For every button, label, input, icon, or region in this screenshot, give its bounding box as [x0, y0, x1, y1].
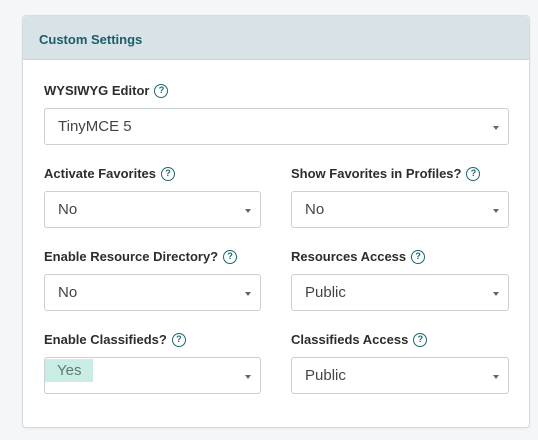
- enable-classifieds-select[interactable]: Yes: [44, 357, 261, 394]
- enable-resource-directory-select[interactable]: No: [44, 274, 261, 311]
- question-circle-icon[interactable]: ?: [171, 332, 186, 347]
- question-circle-icon[interactable]: ?: [411, 249, 426, 264]
- resources-access-label: Resources Access ?: [291, 249, 426, 264]
- chevron-down-icon: [245, 209, 251, 213]
- enable-classifieds-label: Enable Classifieds? ?: [44, 332, 186, 347]
- classifieds-access-label: Classifieds Access ?: [291, 332, 428, 347]
- question-circle-icon[interactable]: ?: [154, 83, 169, 98]
- classifieds-access-select[interactable]: Public: [291, 357, 509, 394]
- enable-resource-directory-label: Enable Resource Directory? ?: [44, 249, 238, 264]
- wysiwyg-editor-label: WYSIWYG Editor ?: [44, 83, 169, 98]
- chevron-down-icon: [493, 375, 499, 379]
- panel-header: Custom Settings: [23, 16, 529, 60]
- activate-favorites-label: Activate Favorites ?: [44, 166, 175, 181]
- question-circle-icon[interactable]: ?: [466, 166, 481, 181]
- chevron-down-icon: [245, 292, 251, 296]
- wysiwyg-editor-select[interactable]: TinyMCE 5: [44, 108, 509, 145]
- activate-favorites-select[interactable]: No: [44, 191, 261, 228]
- question-circle-icon[interactable]: ?: [413, 332, 428, 347]
- chevron-down-icon: [245, 375, 251, 379]
- chevron-down-icon: [493, 292, 499, 296]
- show-favorites-label: Show Favorites in Profiles? ?: [291, 166, 481, 181]
- resources-access-select[interactable]: Public: [291, 274, 509, 311]
- show-favorites-select[interactable]: No: [291, 191, 509, 228]
- panel-title: Custom Settings: [39, 32, 143, 47]
- chevron-down-icon: [493, 126, 499, 130]
- chevron-down-icon: [493, 209, 499, 213]
- question-circle-icon[interactable]: ?: [223, 249, 238, 264]
- question-circle-icon[interactable]: ?: [161, 166, 175, 181]
